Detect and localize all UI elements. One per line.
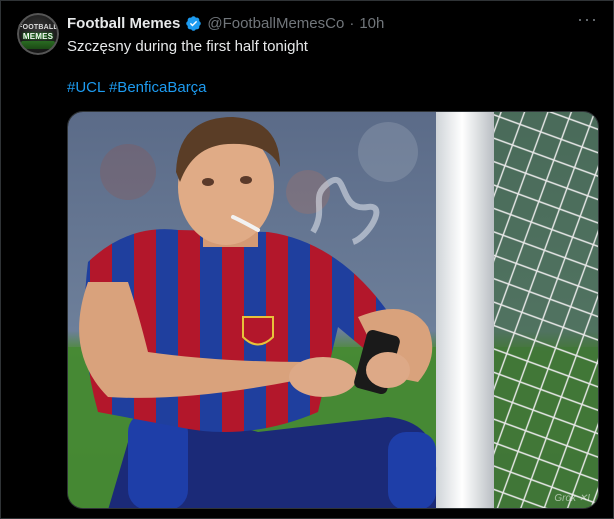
- avatar-ring: [17, 13, 59, 55]
- goal-net: [493, 112, 598, 508]
- author-handle[interactable]: @FootballMemesCo: [207, 15, 344, 32]
- hashtag-ucl[interactable]: #UCL: [67, 79, 105, 96]
- tweet-card[interactable]: FOOTBALL MEMES Football Memes @FootballM…: [0, 0, 614, 519]
- verified-badge-icon: [186, 15, 202, 31]
- club-crest: [242, 316, 274, 346]
- media-watermark: Grok ✕I: [554, 493, 590, 504]
- tweet-text: Szczęsny during the first half tonight: [67, 38, 308, 55]
- tweet-header: Football Memes @FootballMemesCo · 10h: [67, 13, 384, 33]
- photo-illustration: [68, 112, 598, 508]
- author-name[interactable]: Football Memes: [67, 15, 180, 32]
- tweet-timestamp[interactable]: 10h: [359, 15, 384, 32]
- tweet-photo[interactable]: Grok ✕I: [67, 111, 599, 509]
- goal-post: [436, 112, 494, 508]
- avatar[interactable]: FOOTBALL MEMES: [17, 13, 59, 55]
- player-hand: [289, 357, 357, 397]
- hashtag-benficabarca[interactable]: #BenficaBarça: [109, 79, 207, 96]
- more-options-icon[interactable]: ···: [577, 10, 597, 33]
- separator-dot: ·: [349, 14, 355, 32]
- tweet-hashtags: #UCL #BenficaBarça: [67, 78, 207, 98]
